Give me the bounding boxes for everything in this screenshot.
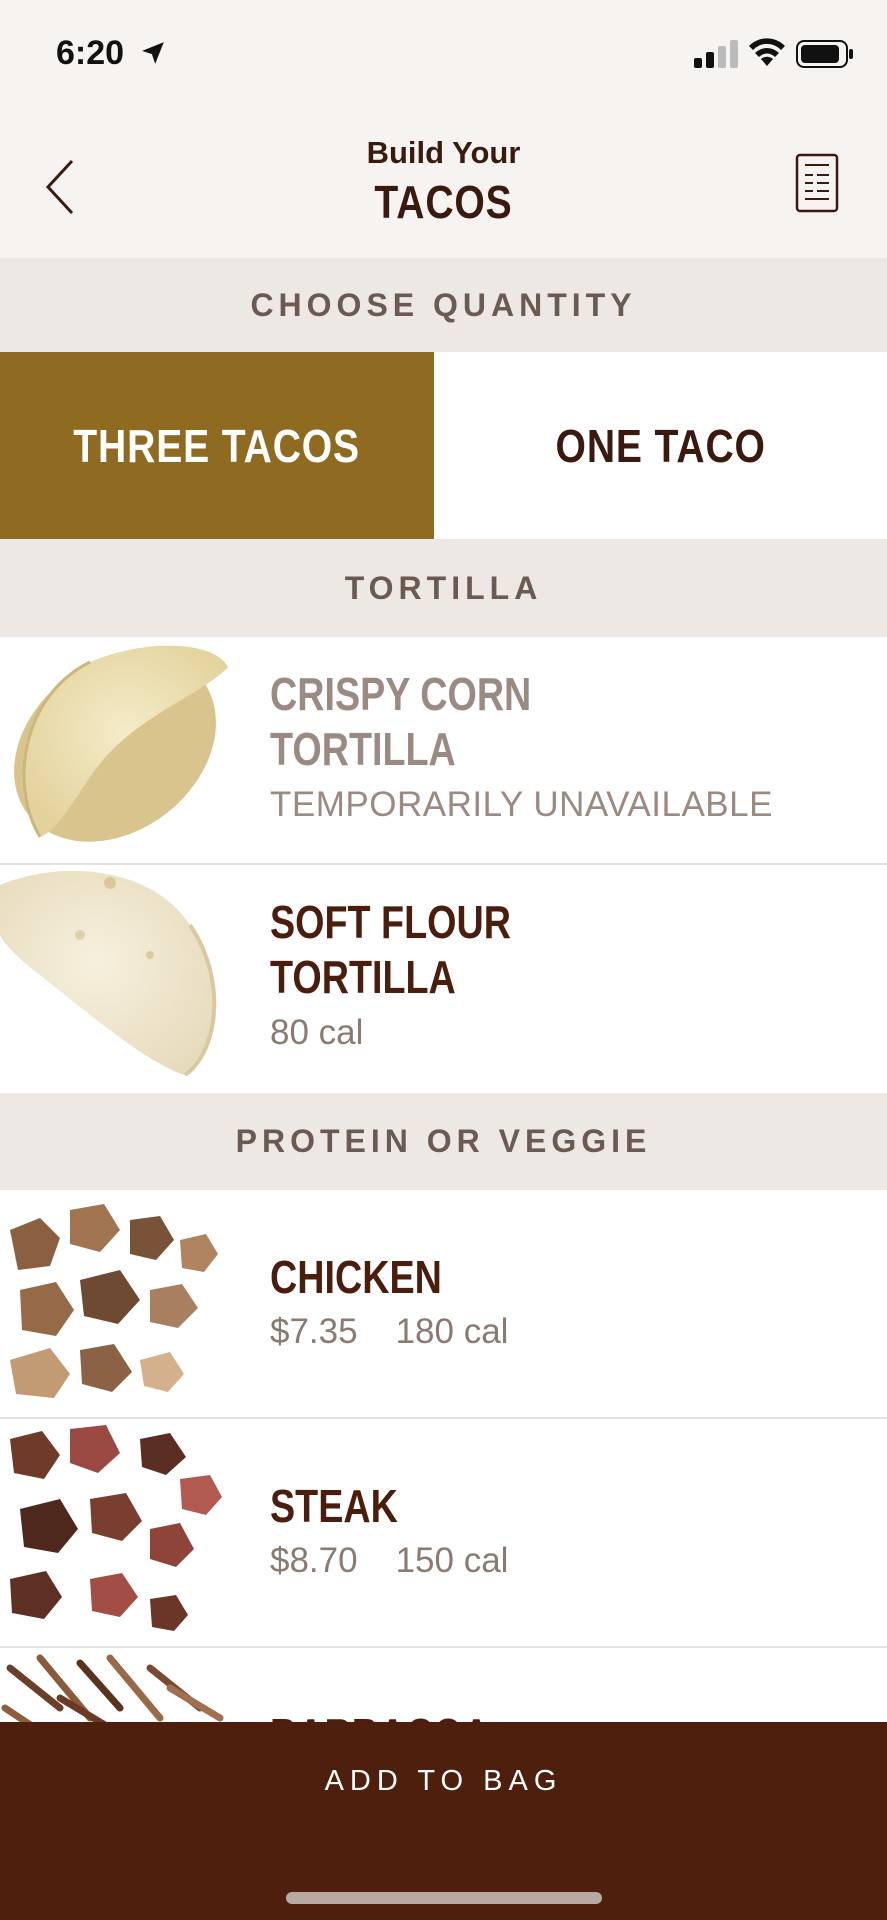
chicken-name: CHICKEN xyxy=(270,1251,442,1303)
status-time: 6:20 xyxy=(56,34,125,72)
three-tacos-button[interactable]: THREE TACOS xyxy=(0,352,434,539)
steak-name: STEAK xyxy=(270,1480,398,1532)
steak-price: $8.70 xyxy=(270,1541,358,1580)
page-title: TACOS xyxy=(374,176,513,228)
one-taco-button[interactable]: ONE TACO xyxy=(434,352,887,539)
three-tacos-label: THREE TACOS xyxy=(73,419,361,472)
soft-flour-name-line1: SOFT FLOUR xyxy=(270,896,511,948)
nutrition-menu-icon[interactable] xyxy=(795,153,839,213)
bottom-bar: ADD TO BAG xyxy=(0,1722,887,1920)
crispy-corn-status: TEMPORARILY UNAVAILABLE xyxy=(270,785,773,824)
soft-flour-tortilla-image xyxy=(0,865,232,1093)
crispy-corn-name-line1: CRISPY CORN xyxy=(270,668,532,720)
soft-flour-name-line2: TORTILLA xyxy=(270,951,456,1003)
crispy-corn-name-line2: TORTILLA xyxy=(270,723,456,775)
home-indicator xyxy=(286,1892,602,1904)
chicken-price-cal: $7.35 180 cal xyxy=(270,1312,508,1352)
battery-icon xyxy=(796,40,853,68)
steak-image xyxy=(0,1419,232,1648)
cellular-signal-icon xyxy=(694,40,738,68)
nav-bar: Build Your TACOS xyxy=(0,105,887,258)
section-header-tortilla: TORTILLA xyxy=(0,539,887,637)
section-header-quantity: CHOOSE QUANTITY xyxy=(0,258,887,352)
list-item-steak[interactable]: STEAK $8.70 150 cal xyxy=(0,1419,887,1648)
crispy-corn-tortilla-image xyxy=(0,637,232,865)
steak-price-cal: $8.70 150 cal xyxy=(270,1541,508,1581)
chicken-price: $7.35 xyxy=(270,1312,358,1351)
list-item-chicken[interactable]: CHICKEN $7.35 180 cal xyxy=(0,1190,887,1419)
add-to-bag-button[interactable]: ADD TO BAG xyxy=(0,1722,887,1840)
section-header-protein: PROTEIN OR VEGGIE xyxy=(0,1093,887,1190)
list-item-soft-flour-tortilla[interactable]: SOFT FLOUR TORTILLA 80 cal xyxy=(0,865,887,1093)
list-item-crispy-corn-tortilla[interactable]: CRISPY CORN TORTILLA TEMPORARILY UNAVAIL… xyxy=(0,637,887,865)
one-taco-label: ONE TACO xyxy=(555,419,766,472)
location-arrow-icon xyxy=(142,42,164,64)
wifi-icon xyxy=(749,38,785,66)
chicken-calories: 180 cal xyxy=(395,1312,509,1351)
status-bar: 6:20 xyxy=(0,0,887,105)
page-subtitle: Build Your xyxy=(366,135,521,170)
chicken-image xyxy=(0,1190,232,1419)
steak-calories: 150 cal xyxy=(395,1541,509,1580)
soft-flour-calories: 80 cal xyxy=(270,1013,364,1052)
